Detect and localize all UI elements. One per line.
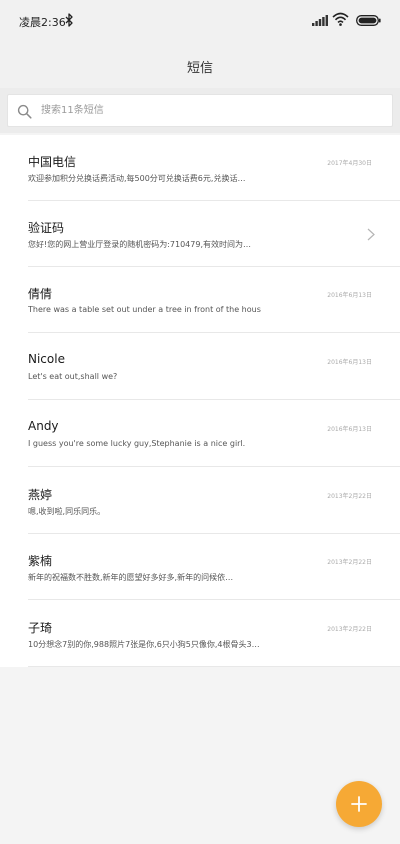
conversation-preview: 您好!您的网上营业厅登录的随机密码为:710479,有效时间为… <box>28 240 251 249</box>
conversation-name: 燕婷 <box>28 488 53 502</box>
conversation-row[interactable]: 验证码 您好!您的网上营业厅登录的随机密码为:710479,有效时间为… <box>0 201 400 267</box>
conversation-preview: 嗯,收到啦,同乐同乐。 <box>28 507 106 516</box>
battery-icon <box>356 15 381 26</box>
conversation-row[interactable]: Andy 2016年6月13日 I guess you're some luck… <box>0 401 400 467</box>
conversation-list: 中国电信 2017年4月30日 欢迎参加积分兑换话费活动,每500分可兑换话费6… <box>0 135 400 667</box>
conversation-name: 子琦 <box>28 621 53 635</box>
row-divider <box>28 399 400 400</box>
page-title: 短信 <box>186 61 213 76</box>
conversation-name: 验证码 <box>28 221 65 235</box>
conversation-row[interactable]: 紫楠 2013年2月22日 新年的祝福数不胜数,新年的愿望好多好多,新年的问候依… <box>0 534 400 600</box>
conversation-preview: There was a table set out under a tree i… <box>28 305 261 314</box>
conversation-name: 紫楠 <box>28 554 53 568</box>
conversation-name: 倩倩 <box>28 287 53 301</box>
search-icon <box>17 104 32 119</box>
title-bar: 短信 <box>0 42 400 88</box>
conversation-preview: 欢迎参加积分兑换话费活动,每500分可兑换话费6元,兑换话… <box>28 174 246 183</box>
conversation-preview: I guess you're some lucky guy,Stephanie … <box>28 439 246 448</box>
conversation-row[interactable]: 子琦 2013年2月22日 10分想念7别的你,988照片7张是你,6只小狗5只… <box>0 601 400 667</box>
conversation-row[interactable]: 倩倩 2016年6月13日 There was a table set out … <box>0 267 400 333</box>
conversation-name: 中国电信 <box>28 155 77 169</box>
row-divider <box>28 332 400 333</box>
signal-icon <box>312 15 328 26</box>
conversation-date: 2013年2月22日 <box>327 559 372 566</box>
wifi-icon <box>332 12 349 26</box>
row-divider <box>28 599 400 600</box>
chevron-right-icon[interactable] <box>367 228 375 241</box>
search-box[interactable] <box>7 94 393 127</box>
compose-button[interactable] <box>336 781 382 827</box>
conversation-date: 2017年4月30日 <box>327 160 372 167</box>
search-input[interactable] <box>41 100 381 121</box>
conversation-preview: 10分想念7别的你,988照片7张是你,6只小狗5只像你,4根骨头3… <box>28 640 260 649</box>
row-divider <box>28 466 400 467</box>
conversation-preview: 新年的祝福数不胜数,新年的愿望好多好多,新年的问候依… <box>28 573 234 582</box>
conversation-name: Nicole <box>28 352 65 366</box>
conversation-date: 2013年2月22日 <box>327 493 372 500</box>
conversation-row[interactable]: 中国电信 2017年4月30日 欢迎参加积分兑换话费活动,每500分可兑换话费6… <box>0 135 400 201</box>
search-area <box>0 88 400 133</box>
bluetooth-icon <box>65 13 73 27</box>
conversation-row[interactable]: 燕婷 2013年2月22日 嗯,收到啦,同乐同乐。 <box>0 468 400 534</box>
plus-icon <box>351 796 367 812</box>
status-bar: 凌晨2:36 <box>0 0 400 42</box>
conversation-preview: Let's eat out,shall we? <box>28 372 118 381</box>
conversation-name: Andy <box>28 419 59 433</box>
conversation-date: 2016年6月13日 <box>327 426 372 433</box>
conversation-row[interactable]: Nicole 2016年6月13日 Let's eat out,shall we… <box>0 334 400 400</box>
row-divider <box>28 666 400 667</box>
status-time: 凌晨2:36 <box>19 16 66 29</box>
conversation-date: 2016年6月13日 <box>327 292 372 299</box>
conversation-date: 2013年2月22日 <box>327 626 372 633</box>
conversation-date: 2016年6月13日 <box>327 359 372 366</box>
